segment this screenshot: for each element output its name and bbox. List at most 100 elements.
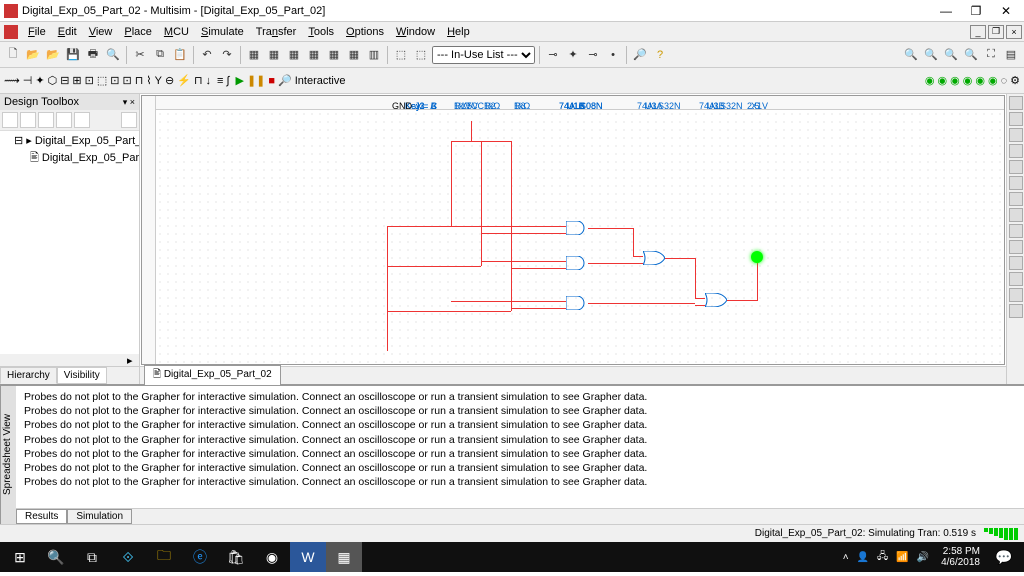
place1-icon[interactable]: ⟿	[4, 74, 20, 87]
design-tree[interactable]: ⊟ ▸ Digital_Exp_05_Part_02 🖹 Digital_Exp…	[0, 131, 139, 354]
schematic-canvas[interactable]: 5V VCC R1 1kΩ R2 1kΩ R3 1kΩ	[141, 95, 1005, 365]
pr6-icon[interactable]: ◉	[988, 74, 998, 87]
menu-view[interactable]: View	[83, 24, 119, 40]
pause-button[interactable]: ❚❚	[247, 74, 265, 87]
place13-icon[interactable]: Y	[155, 75, 162, 87]
close-button[interactable]: ✕	[992, 2, 1020, 20]
tab-results[interactable]: Results	[16, 509, 67, 524]
gate-u3b[interactable]	[705, 293, 727, 307]
probe3-icon[interactable]: ⊸	[584, 46, 602, 64]
app-store-icon[interactable]: 🛍	[218, 542, 254, 572]
paste-icon[interactable]: 📋	[171, 46, 189, 64]
tab-simulation[interactable]: Simulation	[67, 509, 132, 524]
place2-icon[interactable]: ⊣	[23, 74, 33, 87]
help-icon[interactable]: ?	[651, 46, 669, 64]
probe4-icon[interactable]: •	[604, 46, 622, 64]
open2-icon[interactable]: 📂	[44, 46, 62, 64]
pr3-icon[interactable]: ◉	[950, 74, 960, 87]
bus1-icon[interactable]: ≡	[217, 75, 223, 87]
comp3-icon[interactable]: ▦	[285, 46, 303, 64]
bus2-icon[interactable]: ∫	[226, 75, 229, 87]
menu-simulate[interactable]: Simulate	[195, 24, 250, 40]
notifications-icon[interactable]: 💬	[986, 542, 1022, 572]
grapher-icon[interactable]: ▤	[1002, 46, 1020, 64]
app-explorer-icon[interactable]: 🗀	[146, 542, 182, 572]
mdi-restore[interactable]: ❐	[988, 25, 1004, 39]
start-button[interactable]: ⊞	[2, 542, 38, 572]
menu-window[interactable]: Window	[390, 24, 441, 40]
spreadsheet-title[interactable]: Spreadsheet View	[0, 386, 16, 524]
gate-u3a[interactable]	[643, 251, 665, 265]
place6-icon[interactable]: ⊞	[72, 74, 81, 87]
tbx-btn6[interactable]	[121, 112, 137, 128]
instr7-icon[interactable]	[1009, 192, 1023, 206]
new-icon[interactable]: 🗋	[4, 46, 22, 64]
place12-icon[interactable]: ⌇	[146, 74, 151, 87]
instr14-icon[interactable]	[1009, 304, 1023, 318]
tbx-btn4[interactable]	[56, 112, 72, 128]
cut-icon[interactable]: ✂	[131, 46, 149, 64]
tray-vol-icon[interactable]: 🔊	[917, 552, 929, 563]
hier1-icon[interactable]: ⬚	[392, 46, 410, 64]
place3-icon[interactable]: ✦	[35, 74, 44, 87]
app-word-icon[interactable]: W	[290, 542, 326, 572]
place5-icon[interactable]: ⊟	[60, 74, 69, 87]
mdi-minimize[interactable]: _	[970, 25, 986, 39]
menu-tools[interactable]: Tools	[302, 24, 340, 40]
place11-icon[interactable]: ⊓	[135, 74, 144, 87]
place9-icon[interactable]: ⊡	[110, 74, 119, 87]
instr1-icon[interactable]	[1009, 96, 1023, 110]
app-chrome-icon[interactable]: ◉	[254, 542, 290, 572]
app-multisim-icon[interactable]: ▦	[326, 542, 362, 572]
save-icon[interactable]: 💾	[64, 46, 82, 64]
tree-child[interactable]: Digital_Exp_05_Part_02	[42, 152, 139, 164]
toolbox-pin-icon[interactable]: ▾ ×	[123, 97, 135, 108]
tbx-btn5[interactable]	[74, 112, 90, 128]
comp2-icon[interactable]: ▦	[265, 46, 283, 64]
instr5-icon[interactable]	[1009, 160, 1023, 174]
zoomin-icon[interactable]: 🔍	[902, 46, 920, 64]
comp4-icon[interactable]: ▦	[305, 46, 323, 64]
probe2-icon[interactable]: ✦	[564, 46, 582, 64]
system-tray[interactable]: ˄ 👤 🖧 📶 🔊	[837, 549, 935, 566]
tbx-btn3[interactable]	[38, 112, 54, 128]
probe1-icon[interactable]: ⊸	[544, 46, 562, 64]
instr4-icon[interactable]	[1009, 144, 1023, 158]
interactive-icon[interactable]: 🔎	[278, 74, 292, 87]
menu-edit[interactable]: Edit	[52, 24, 83, 40]
print-icon[interactable]: 🖶	[84, 46, 102, 64]
menu-place[interactable]: Place	[118, 24, 158, 40]
place4-icon[interactable]: ⬡	[48, 74, 58, 87]
fullscreen-icon[interactable]: ⛶	[982, 46, 1000, 64]
hier2-icon[interactable]: ⬚	[412, 46, 430, 64]
pr7-icon[interactable]: ◌	[1001, 75, 1008, 87]
tray-wifi-icon[interactable]: 📶	[896, 552, 908, 563]
place10-icon[interactable]: ⊡	[122, 74, 131, 87]
tray-net-icon[interactable]: 🖧	[877, 549, 888, 566]
app-dropbox-icon[interactable]: ⟐	[110, 542, 146, 572]
zoomfit-icon[interactable]: 🔍	[962, 46, 980, 64]
place7-icon[interactable]: ⊡	[85, 74, 94, 87]
tbx-btn1[interactable]	[2, 112, 18, 128]
instr12-icon[interactable]	[1009, 272, 1023, 286]
menu-transfer[interactable]: Transfer	[250, 24, 303, 40]
place15-icon[interactable]: ⚡	[177, 74, 191, 87]
comp7-icon[interactable]: ▥	[365, 46, 383, 64]
instr8-icon[interactable]	[1009, 208, 1023, 222]
copy-icon[interactable]: ⧉	[151, 46, 169, 64]
tab-hierarchy[interactable]: Hierarchy	[0, 367, 57, 384]
search-icon[interactable]: 🔍	[38, 542, 74, 572]
zoomarea-icon[interactable]: 🔍	[942, 46, 960, 64]
instr2-icon[interactable]	[1009, 112, 1023, 126]
gate-u1a[interactable]	[566, 221, 588, 235]
instr11-icon[interactable]	[1009, 256, 1023, 270]
comp6-icon[interactable]: ▦	[345, 46, 363, 64]
prset-icon[interactable]: ⚙	[1010, 74, 1020, 87]
menu-file[interactable]: File	[22, 24, 52, 40]
message-list[interactable]: Probes do not plot to the Grapher for in…	[16, 386, 1024, 508]
preview-icon[interactable]: 🔍	[104, 46, 122, 64]
open-icon[interactable]: 📂	[24, 46, 42, 64]
comp1-icon[interactable]: ▦	[245, 46, 263, 64]
minimize-button[interactable]: —	[932, 2, 960, 20]
tbx-btn2[interactable]	[20, 112, 36, 128]
